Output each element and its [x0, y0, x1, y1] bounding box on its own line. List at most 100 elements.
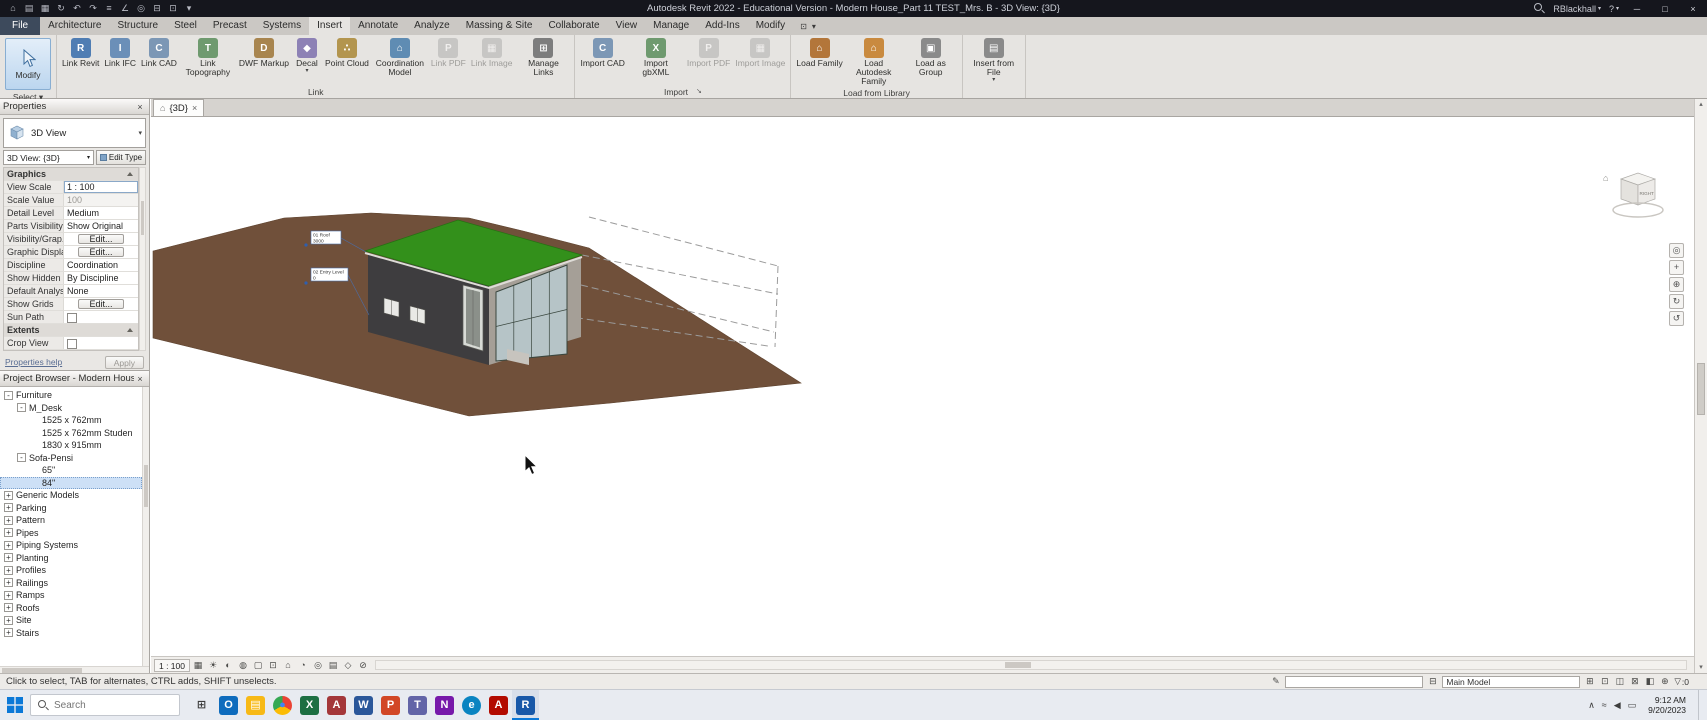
- property-value[interactable]: 100: [64, 194, 138, 206]
- tree-expander-icon[interactable]: +: [4, 578, 13, 588]
- property-row[interactable]: View Scale 1 : 100: [4, 181, 138, 194]
- tree-expander-icon[interactable]: +: [4, 490, 13, 500]
- tree-item[interactable]: 84": [0, 476, 142, 489]
- link-panel-label[interactable]: Link: [57, 86, 574, 98]
- tab-systems[interactable]: Systems: [255, 17, 309, 35]
- crop-region-icon[interactable]: ⊡: [266, 659, 280, 672]
- ribbon-button[interactable]: ▦ Import Image: [733, 37, 787, 69]
- ribbon-button[interactable]: T Link Topography: [180, 37, 236, 78]
- scrollbar-thumb[interactable]: [1004, 662, 1031, 668]
- tree-item[interactable]: 65": [0, 464, 142, 477]
- tab-structure[interactable]: Structure: [109, 17, 166, 35]
- tree-item[interactable]: 1830 x 915mm: [0, 439, 142, 452]
- property-row[interactable]: Parts Visibility Show Original: [4, 220, 138, 233]
- tree-item[interactable]: - Sofa-Pensi: [0, 452, 142, 465]
- temporary-view-properties-icon[interactable]: ▤: [326, 659, 340, 672]
- tree-expander-icon[interactable]: +: [4, 565, 13, 575]
- property-row[interactable]: Detail Level Medium: [4, 207, 138, 220]
- network-icon[interactable]: ≈: [1602, 700, 1607, 710]
- property-value[interactable]: Edit...: [78, 234, 124, 244]
- property-value[interactable]: [64, 337, 138, 349]
- scroll-down-icon[interactable]: ▾: [1695, 662, 1707, 673]
- word-icon[interactable]: W: [350, 690, 377, 720]
- import-panel-label[interactable]: Import ↘: [575, 86, 790, 98]
- revit-icon[interactable]: R: [512, 690, 539, 720]
- ribbon-button[interactable]: X Import gbXML: [628, 37, 684, 78]
- teams-icon[interactable]: T: [404, 690, 431, 720]
- property-row[interactable]: Default Analys... None: [4, 285, 138, 298]
- battery-icon[interactable]: ▭: [1628, 700, 1637, 711]
- property-value[interactable]: By Discipline: [64, 272, 138, 284]
- property-value[interactable]: None: [64, 285, 138, 297]
- ribbon-button[interactable]: C Link CAD: [139, 37, 179, 69]
- property-row[interactable]: Show Hidden ... By Discipline: [4, 272, 138, 285]
- view-tab-close-icon[interactable]: ×: [192, 103, 197, 113]
- property-value[interactable]: [64, 311, 138, 323]
- chrome-icon[interactable]: ●: [269, 690, 296, 720]
- tree-expander-icon[interactable]: +: [4, 553, 13, 563]
- property-value[interactable]: Edit...: [78, 247, 124, 257]
- tree-expander-icon[interactable]: +: [4, 628, 13, 638]
- properties-close-icon[interactable]: ×: [134, 102, 146, 112]
- ribbon-button[interactable]: D DWF Markup: [237, 37, 291, 69]
- sun-path-icon[interactable]: ☀: [206, 659, 220, 672]
- tab-analyze[interactable]: Analyze: [406, 17, 458, 35]
- ribbon-button[interactable]: ▣ Load as Group: [903, 37, 959, 78]
- scrollbar-thumb[interactable]: [141, 200, 144, 235]
- constraints-icon[interactable]: ⊘: [356, 659, 370, 672]
- ribbon-button[interactable]: P Import PDF: [685, 37, 732, 69]
- tree-item[interactable]: + Roofs: [0, 602, 142, 615]
- property-value[interactable]: Edit...: [78, 299, 124, 309]
- crop-view-icon[interactable]: ▢: [251, 659, 265, 672]
- rewind-icon[interactable]: ↺: [1669, 311, 1684, 326]
- tree-item[interactable]: + Pipes: [0, 527, 142, 540]
- show-desktop-button[interactable]: [1698, 690, 1703, 720]
- tree-item[interactable]: 1525 x 762mm Studen: [0, 427, 142, 440]
- tab-insert[interactable]: Insert: [309, 17, 351, 35]
- tree-expander-icon[interactable]: [30, 466, 39, 475]
- section-icon[interactable]: ⊟: [150, 1, 164, 16]
- tree-item[interactable]: + Site: [0, 614, 142, 627]
- sync-with-central-icon[interactable]: ↻: [54, 1, 68, 16]
- measure-icon[interactable]: ∠: [118, 1, 132, 16]
- task-view-icon[interactable]: ⊞: [188, 690, 215, 720]
- shadows-icon[interactable]: ◐: [221, 659, 235, 672]
- tab-precast[interactable]: Precast: [205, 17, 255, 35]
- ribbon-button[interactable]: ▦ Link Image: [469, 37, 515, 69]
- render-icon[interactable]: ◍: [236, 659, 250, 672]
- tree-expander-icon[interactable]: [30, 416, 39, 425]
- property-value[interactable]: 1 : 100: [64, 181, 138, 193]
- editable-only-icon[interactable]: ⊞: [1583, 676, 1596, 687]
- tree-item[interactable]: + Generic Models: [0, 489, 142, 502]
- ribbon-button[interactable]: ∴ Point Cloud: [323, 37, 371, 69]
- pan-icon[interactable]: +: [1669, 260, 1684, 275]
- lock-3d-view-icon[interactable]: ⌂: [281, 659, 295, 672]
- project-browser-close-icon[interactable]: ×: [134, 374, 146, 384]
- apply-button[interactable]: Apply: [104, 355, 144, 369]
- drawing-canvas[interactable]: 01 Roof 3000 02 Entry Level 0 ⌂ RIGHT ◎ …: [151, 117, 1694, 656]
- tree-item[interactable]: + Railings: [0, 577, 142, 590]
- volume-icon[interactable]: ◀: [1614, 700, 1621, 711]
- tab-modify[interactable]: Modify: [748, 17, 793, 35]
- scroll-up-icon[interactable]: ▴: [1695, 99, 1707, 110]
- open-icon[interactable]: ▤: [22, 1, 36, 16]
- type-selector[interactable]: 3D View ▾: [3, 118, 146, 148]
- ribbon-button[interactable]: ▤ Insert from File ▾: [966, 37, 1022, 85]
- properties-help-link[interactable]: Properties help: [5, 357, 62, 367]
- project-browser-header[interactable]: Project Browser - Modern House_P... ×: [0, 371, 149, 387]
- temporary-hide-isolate-icon[interactable]: ◔: [296, 659, 310, 672]
- scrollbar-thumb[interactable]: [1697, 363, 1705, 416]
- tree-item[interactable]: + Ramps: [0, 589, 142, 602]
- start-button[interactable]: [0, 690, 30, 720]
- property-row[interactable]: Graphic Displa... Edit...: [4, 246, 138, 259]
- onenote-icon[interactable]: N: [431, 690, 458, 720]
- drag-on-selection-icon[interactable]: ⊕: [1658, 676, 1671, 687]
- property-row[interactable]: Show Grids Edit...: [4, 298, 138, 311]
- tree-expander-icon[interactable]: +: [4, 590, 13, 600]
- browser-vertical-scrollbar[interactable]: [142, 387, 149, 666]
- import-dialog-launcher-icon[interactable]: ↘: [696, 86, 702, 98]
- tree-expander-icon[interactable]: -: [17, 403, 26, 413]
- properties-header[interactable]: Properties ×: [0, 99, 149, 115]
- tree-expander-icon[interactable]: +: [4, 540, 13, 550]
- tab-architecture[interactable]: Architecture: [40, 17, 109, 35]
